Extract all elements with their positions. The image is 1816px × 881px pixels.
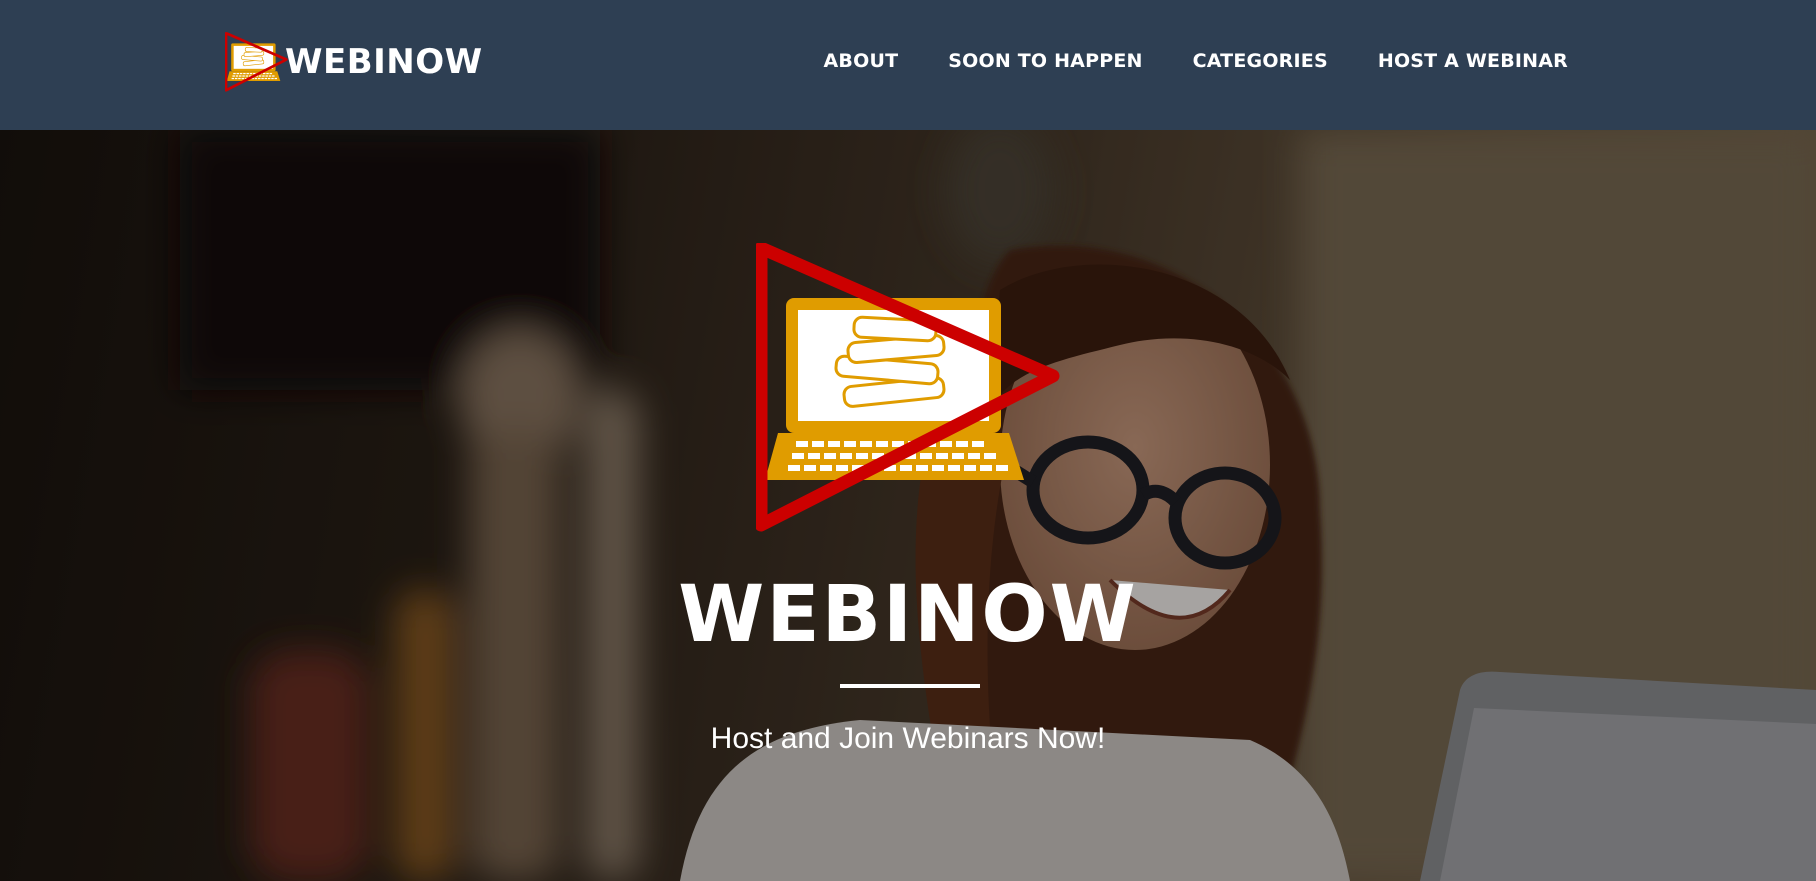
nav-link-host-a-webinar[interactable]: HOST A WEBINAR: [1378, 50, 1568, 72]
nav-item-soon-to-happen: SOON TO HAPPEN: [948, 50, 1142, 72]
nav-link-categories[interactable]: CATEGORIES: [1193, 50, 1328, 72]
hero-section: WEBINOW Host and Join Webinars Now!: [0, 130, 1816, 881]
nav-item-host-a-webinar: HOST A WEBINAR: [1378, 50, 1568, 72]
top-navbar: WEBINOW ABOUT SOON TO HAPPEN CATEGORIES …: [0, 0, 1816, 130]
brand-home-link[interactable]: WEBINOW: [225, 30, 483, 94]
nav-link-about[interactable]: ABOUT: [824, 50, 899, 72]
nav-link-soon-to-happen[interactable]: SOON TO HAPPEN: [948, 50, 1142, 72]
hero-subtitle: Host and Join Webinars Now!: [710, 722, 1106, 755]
nav-item-categories: CATEGORIES: [1193, 50, 1328, 72]
brand-name: WEBINOW: [285, 42, 483, 82]
hero-divider: [840, 684, 980, 688]
nav-item-about: ABOUT: [824, 50, 899, 72]
laptop-books-play-icon: [225, 30, 289, 94]
hero-title: WEBINOW: [678, 570, 1138, 660]
main-nav: ABOUT SOON TO HAPPEN CATEGORIES HOST A W…: [824, 50, 1569, 72]
laptop-books-play-icon: [756, 243, 1066, 533]
